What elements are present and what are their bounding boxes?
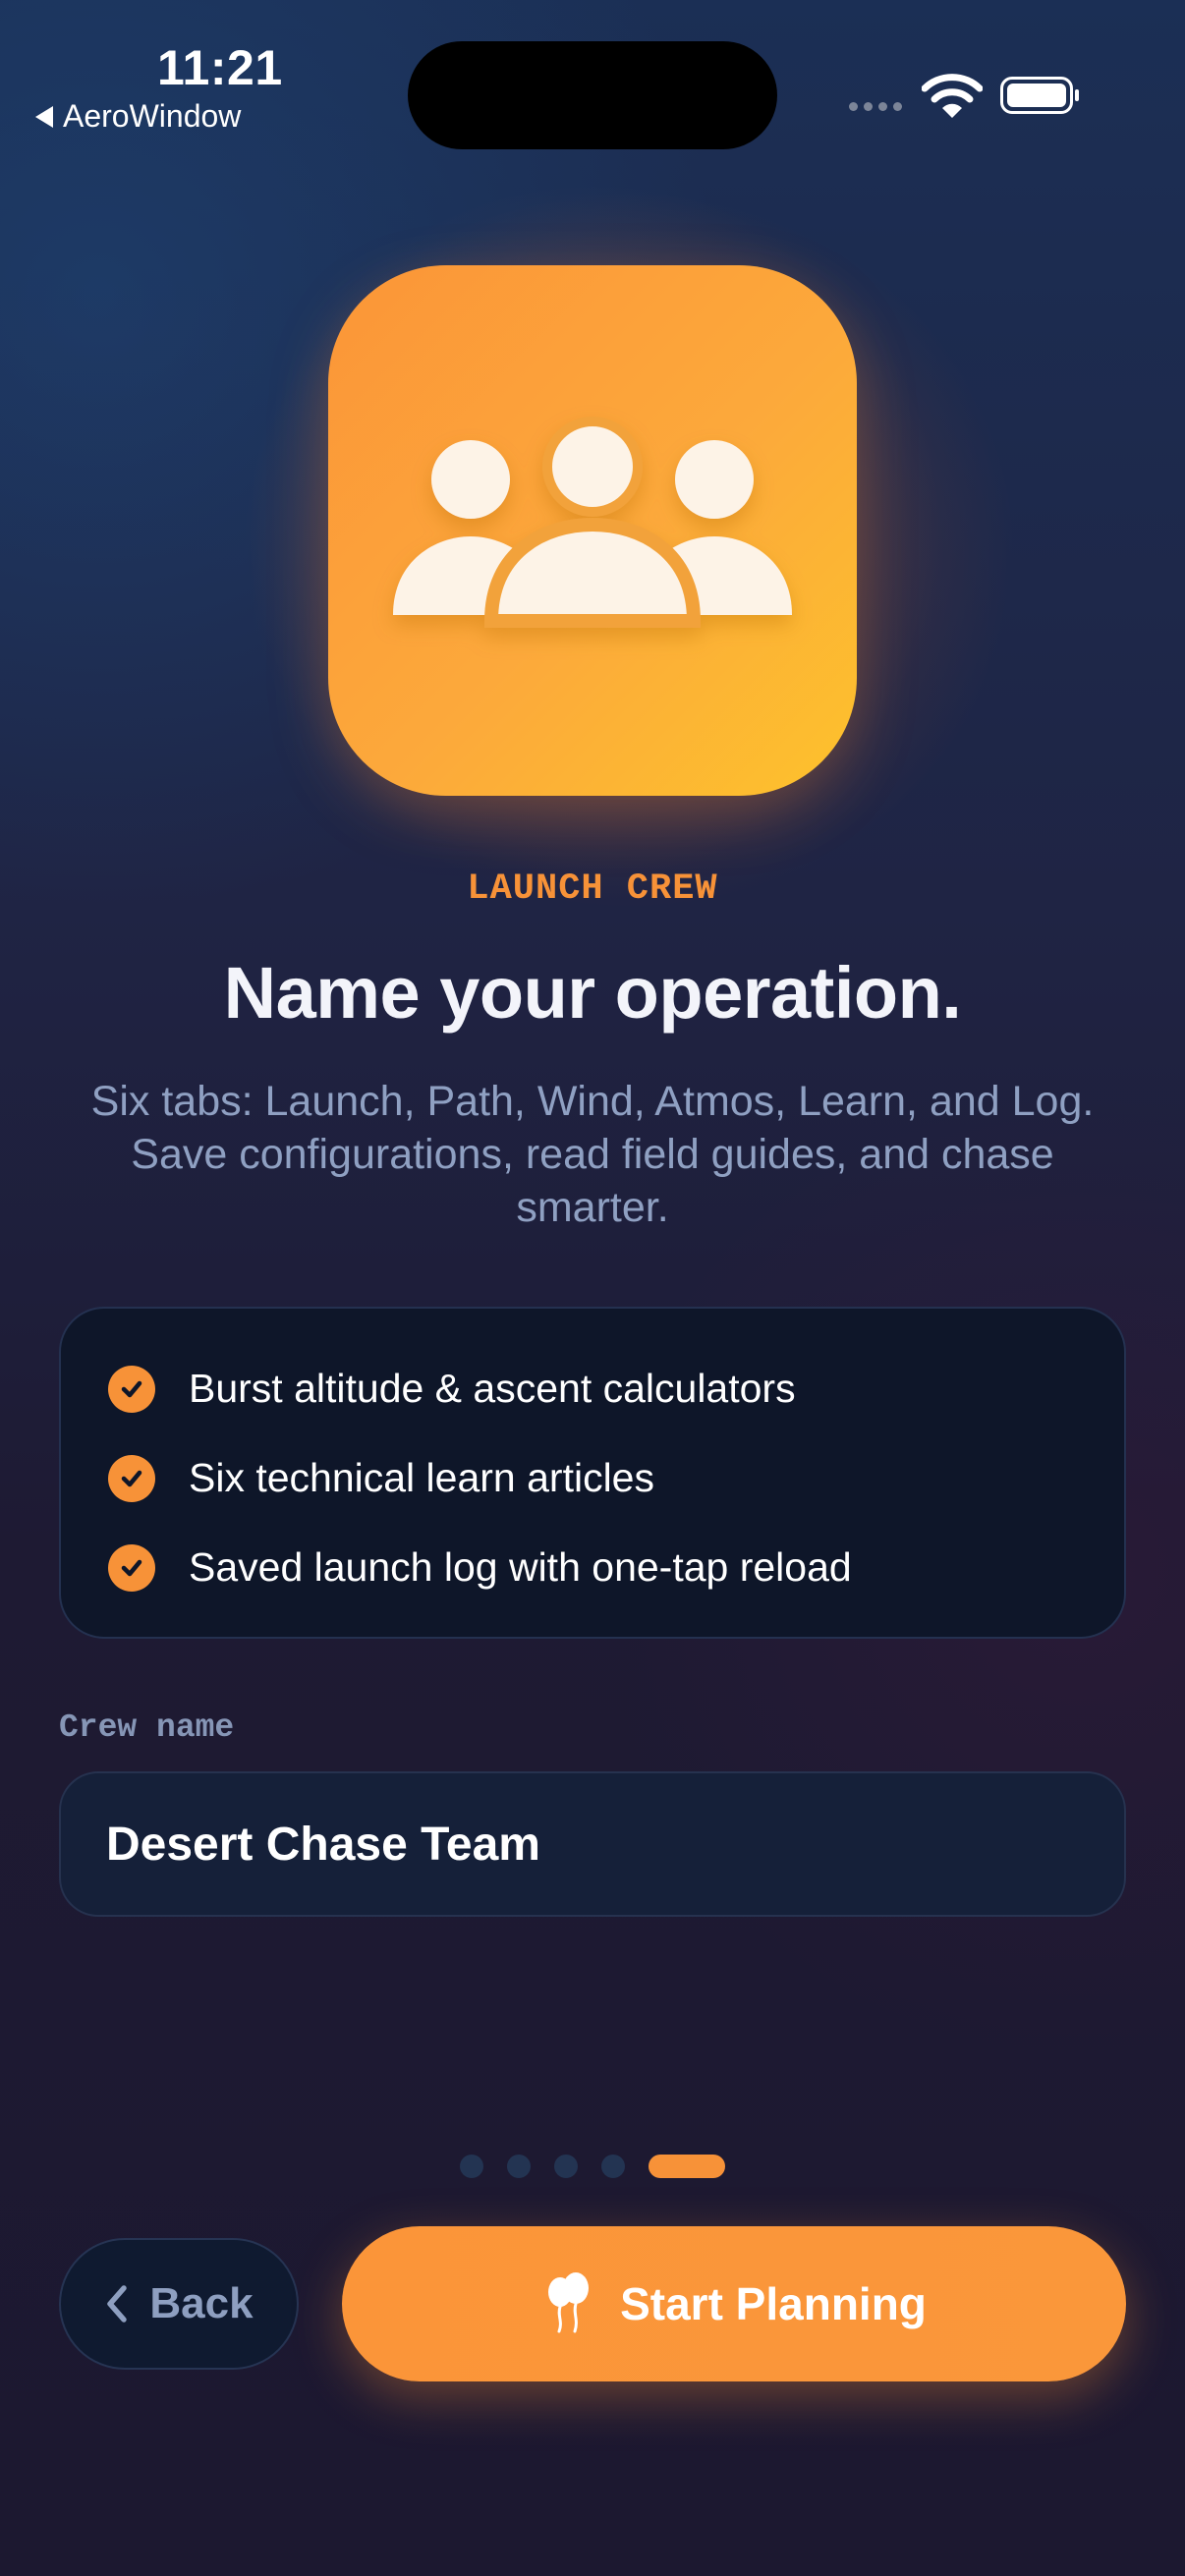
start-planning-label: Start Planning	[620, 2278, 927, 2329]
back-button[interactable]: Back	[59, 2238, 299, 2370]
checkmark-circle-icon	[108, 1365, 155, 1413]
page-subtitle: Six tabs: Launch, Path, Wind, Atmos, Lea…	[90, 1078, 1095, 1231]
status-time: 11:21	[157, 40, 283, 95]
page-dot-active	[649, 2155, 725, 2178]
feature-item: Six technical learn articles	[108, 1433, 1124, 1523]
feature-item: Burst altitude & ascent calculators	[108, 1344, 1124, 1433]
back-button-label: Back	[149, 2279, 254, 2327]
balloons-icon	[548, 2272, 590, 2333]
chevron-left-icon	[107, 2285, 128, 2323]
page-dot	[554, 2155, 578, 2178]
start-planning-button[interactable]: Start Planning	[342, 2226, 1126, 2381]
feature-text: Six technical learn articles	[189, 1455, 654, 1500]
people-group-icon	[393, 417, 792, 628]
wifi-icon	[922, 74, 983, 118]
hero-icon-tile	[328, 265, 857, 796]
checkmark-circle-icon	[108, 1543, 155, 1592]
crew-name-input[interactable]	[59, 1771, 1126, 1917]
feature-card: Burst altitude & ascent calculators Six …	[59, 1307, 1126, 1639]
back-app-label: AeroWindow	[63, 98, 242, 134]
page-title: Name your operation.	[223, 952, 962, 1034]
checkmark-circle-icon	[108, 1454, 155, 1502]
back-triangle-icon	[35, 105, 53, 128]
back-to-app-link[interactable]: AeroWindow	[35, 98, 241, 135]
feature-item: Saved launch log with one-tap reload	[108, 1523, 1124, 1612]
cellular-signal-icon	[849, 102, 902, 111]
dynamic-island	[408, 41, 777, 149]
eyebrow-label: LAUNCH CREW	[467, 868, 718, 910]
feature-text: Saved launch log with one-tap reload	[189, 1544, 852, 1590]
page-dot	[507, 2155, 531, 2178]
battery-icon	[1000, 77, 1079, 114]
page-dot	[601, 2155, 625, 2178]
feature-text: Burst altitude & ascent calculators	[189, 1366, 796, 1411]
page-indicator	[0, 2155, 1185, 2178]
crew-name-label: Crew name	[59, 1709, 235, 1746]
page-dot	[460, 2155, 483, 2178]
